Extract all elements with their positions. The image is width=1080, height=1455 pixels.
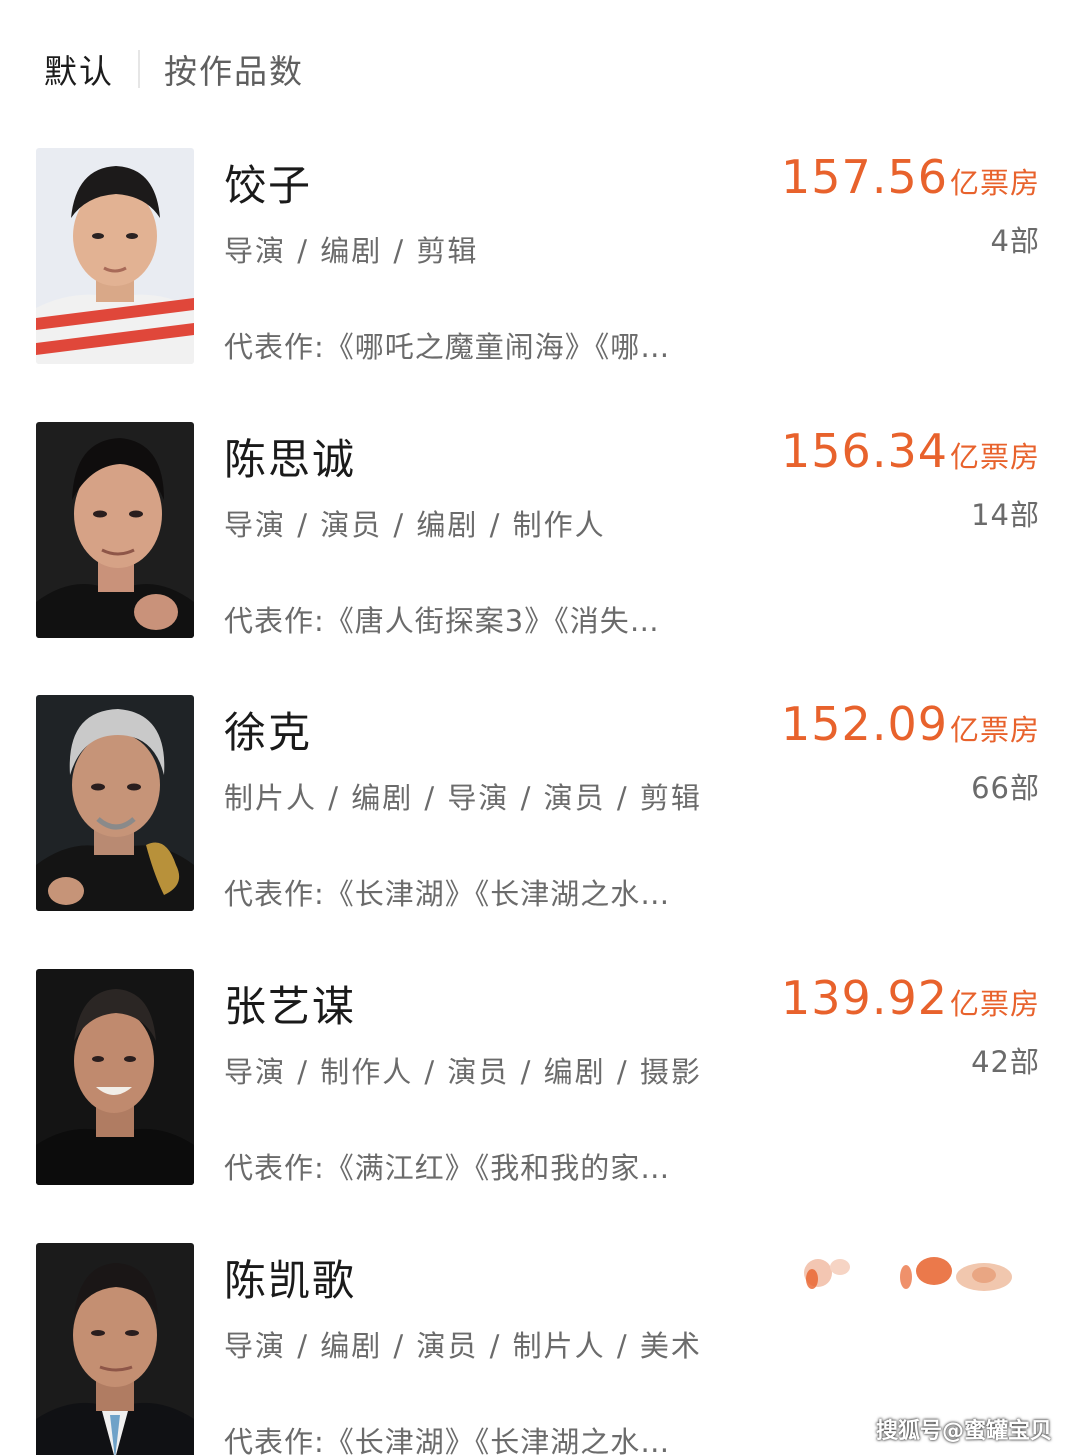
person-roles: 导演 / 编剧 / 演员 / 制片人 / 美术: [224, 1329, 702, 1363]
box-office-value: 157.56: [781, 150, 948, 204]
list-item[interactable]: 张艺谋 导演 / 制作人 / 演员 / 编剧 / 摄影 代表作:《满江红》《我和…: [0, 969, 1080, 1187]
work-count: 66部: [971, 771, 1040, 805]
list-item[interactable]: 陈思诚 导演 / 演员 / 编剧 / 制作人 代表作:《唐人街探案3》《消失… …: [0, 422, 1080, 640]
representative-works: 代表作:《哪吒之魔童闹海》《哪…: [224, 330, 671, 364]
person-name: 陈思诚: [224, 435, 357, 484]
list-item[interactable]: 饺子 导演 / 编剧 / 剪辑 代表作:《哪吒之魔童闹海》《哪… 157.56 …: [0, 148, 1080, 366]
avatar-photo: [36, 695, 194, 911]
person-name: 徐克: [224, 708, 313, 757]
box-office-value: 139.92: [781, 971, 948, 1025]
representative-works: 代表作:《满江红》《我和我的家…: [224, 1151, 671, 1185]
avatar: [36, 1243, 194, 1455]
avatar: [36, 969, 194, 1185]
avatar-photo: [36, 422, 194, 638]
person-name: 饺子: [224, 161, 313, 210]
avatar-photo: [36, 969, 194, 1185]
box-office: 157.56 亿票房: [781, 150, 1040, 204]
person-name: 张艺谋: [224, 982, 357, 1031]
box-office-unit: 亿票房: [949, 440, 1040, 474]
sort-tab-default[interactable]: 默认: [44, 45, 114, 93]
avatar: [36, 422, 194, 638]
person-roles: 导演 / 制作人 / 演员 / 编剧 / 摄影: [224, 1055, 702, 1089]
box-office-value: 156.34: [781, 424, 948, 478]
representative-works: 代表作:《长津湖》《长津湖之水…: [224, 877, 671, 911]
blurred-box-office: [804, 1257, 1012, 1291]
box-office: 156.34 亿票房: [781, 424, 1040, 478]
box-office-unit: 亿票房: [949, 987, 1040, 1021]
watermark: 搜狐号@蜜罐宝贝: [875, 1419, 1052, 1444]
box-office: 152.09 亿票房: [781, 697, 1040, 751]
representative-works: 代表作:《唐人街探案3》《消失…: [224, 604, 660, 638]
person-roles: 制片人 / 编剧 / 导演 / 演员 / 剪辑: [224, 781, 702, 815]
person-roles: 导演 / 演员 / 编剧 / 制作人: [224, 508, 606, 542]
work-count: 4部: [990, 224, 1040, 258]
avatar: [36, 695, 194, 911]
box-office-unit: 亿票房: [949, 166, 1040, 200]
box-office-unit: 亿票房: [949, 713, 1040, 747]
avatar-photo: [36, 1243, 194, 1455]
box-office: 139.92 亿票房: [781, 971, 1040, 1025]
avatar: [36, 148, 194, 364]
director-box-office-list: 默认 按作品数 饺子 导演 / 编剧 / 剪辑 代表作:《哪吒之魔童闹海》《哪……: [0, 0, 1080, 1455]
avatar-photo: [36, 148, 194, 364]
representative-works: 代表作:《长津湖》《长津湖之水…: [224, 1425, 671, 1455]
work-count: 42部: [971, 1045, 1040, 1079]
list-item[interactable]: 徐克 制片人 / 编剧 / 导演 / 演员 / 剪辑 代表作:《长津湖》《长津湖…: [0, 695, 1080, 913]
work-count: 14部: [971, 498, 1040, 532]
sort-tab-by-works[interactable]: 按作品数: [164, 45, 304, 93]
sort-divider: [138, 50, 140, 88]
person-roles: 导演 / 编剧 / 剪辑: [224, 234, 479, 268]
person-name: 陈凯歌: [224, 1256, 357, 1305]
box-office-value: 152.09: [781, 697, 948, 751]
sort-bar: 默认 按作品数: [44, 44, 304, 94]
